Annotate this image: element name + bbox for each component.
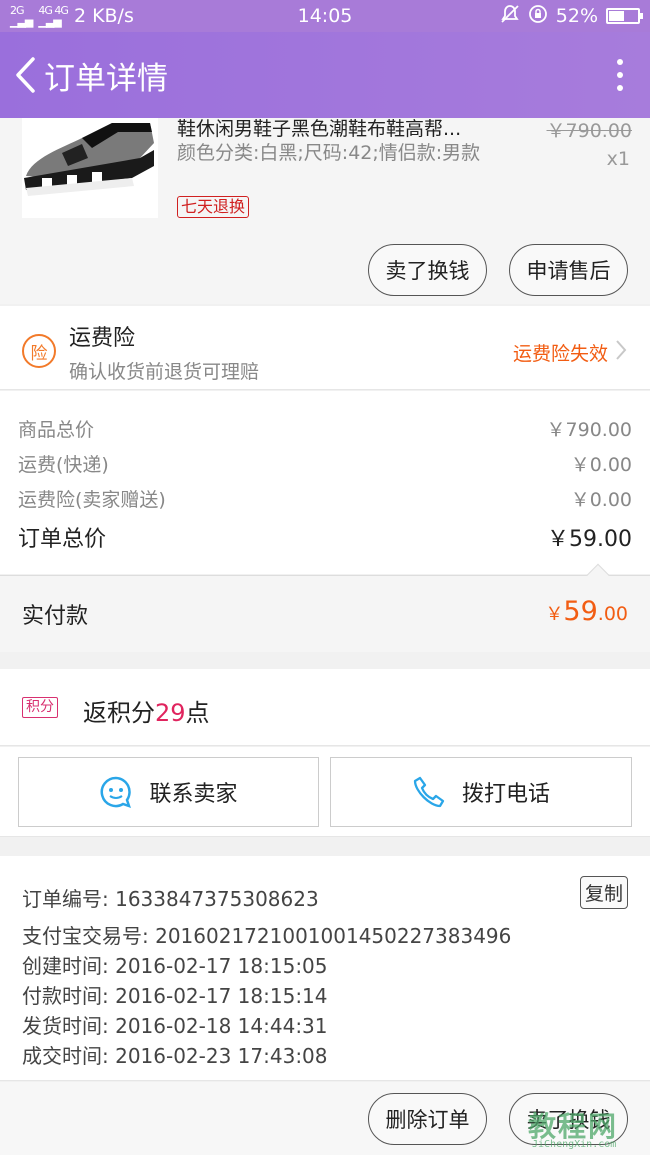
price-summary: 商品总价 ￥790.00 运费(快递) ￥0.00 运费险(卖家赠送) ￥0.0…: [0, 391, 650, 574]
summary-label: 运费险(卖家赠送): [18, 489, 166, 511]
watermark-logo: 教程网 JiChengXin.com: [528, 1105, 646, 1151]
insurance-status: 运费险失效: [512, 343, 608, 365]
product-image[interactable]: [22, 118, 158, 218]
product-spec: 颜色分类:白黑;尺码:42;情侣款:男款: [177, 142, 481, 164]
points-text: 返积分29点: [83, 693, 210, 728]
network-indicators: 2G ▁▃▅ 4G 4G ▁▃▅ 2 KB/s: [10, 5, 134, 27]
created-time: 创建时间: 2016-02-17 18:15:05: [22, 954, 328, 978]
signal-4g-icon: 4G 4G ▁▃▅: [38, 4, 69, 28]
amount-decimal: .00: [597, 603, 628, 625]
shipping-insurance-row[interactable]: 险 运费险 确认收货前退货可理赔 运费险失效: [0, 306, 650, 390]
chat-bubble-icon: [101, 776, 132, 808]
call-phone-button[interactable]: 拨打电话: [330, 757, 632, 827]
contact-seller-label: 联系卖家: [149, 782, 238, 807]
summary-row: 商品总价 ￥790.00: [18, 415, 632, 442]
insurance-subtitle: 确认收货前退货可理赔: [69, 361, 260, 383]
amount-paid-value: ￥59.00: [545, 596, 628, 627]
mute-icon: [500, 4, 520, 29]
summary-value: ￥0.00: [570, 454, 632, 476]
shipped-time: 发货时间: 2016-02-18 14:44:31: [22, 1014, 328, 1038]
paid-time: 付款时间: 2016-02-17 18:15:14: [22, 984, 328, 1008]
network-speed: 2 KB/s: [73, 5, 134, 27]
more-menu-button[interactable]: [600, 55, 640, 95]
header-bar: 订单详情: [0, 32, 650, 118]
summary-row: 运费(快递) ￥0.00: [18, 450, 632, 477]
original-price: ￥790.00: [546, 120, 632, 142]
points-prefix: 返积分: [83, 699, 155, 727]
order-info: 订单编号: 1633847375308623 复制 支付宝交易号: 201602…: [0, 856, 650, 1081]
points-badge: 积分: [22, 697, 58, 718]
amount-integer: 59: [563, 596, 598, 627]
return-policy-badge: 七天退换: [177, 196, 250, 218]
chevron-left-icon: [16, 57, 35, 93]
product-name[interactable]: 鞋休闲男鞋子黑色潮鞋布鞋高帮...: [177, 114, 497, 141]
insurance-title: 运费险: [69, 326, 136, 351]
completed-time: 成交时间: 2016-02-23 17:43:08: [22, 1044, 328, 1068]
battery-percent: 52%: [555, 5, 598, 27]
product-quantity: x1: [606, 148, 630, 170]
reward-points-row: 积分 返积分29点: [0, 669, 650, 746]
amount-paid-label: 实付款: [22, 604, 89, 629]
order-total-label: 订单总价: [18, 527, 107, 552]
chevron-right-icon: [616, 340, 627, 360]
alipay-transaction-number: 支付宝交易号: 2016021721001001450227383496: [22, 924, 512, 948]
call-phone-label: 拨打电话: [461, 782, 550, 807]
page-title: 订单详情: [44, 60, 168, 97]
insurance-icon: 险: [22, 334, 56, 368]
back-button[interactable]: [10, 55, 40, 95]
status-bar: 2G ▁▃▅ 4G 4G ▁▃▅ 2 KB/s 14:05 52%: [0, 0, 650, 32]
phone-icon: [413, 776, 445, 808]
sell-for-cash-button[interactable]: 卖了换钱: [368, 244, 487, 296]
amount-paid-row: 实付款 ￥59.00: [0, 563, 650, 652]
watermark-url: JiChengXin.com: [532, 1139, 617, 1150]
points-number: 29: [155, 699, 186, 727]
summary-value: ￥790.00: [546, 419, 632, 441]
contact-seller-button[interactable]: 联系卖家: [18, 757, 319, 827]
delete-order-button[interactable]: 删除订单: [368, 1093, 487, 1145]
lock-rotation-icon: [528, 4, 548, 29]
contact-actions: 联系卖家 拨打电话: [0, 747, 650, 837]
points-suffix: 点: [185, 699, 210, 727]
battery-icon: [606, 8, 643, 24]
summary-label: 商品总价: [18, 419, 95, 441]
currency-symbol: ￥: [545, 604, 564, 625]
order-total-value: ￥59.00: [547, 527, 632, 552]
copy-button[interactable]: 复制: [579, 876, 628, 909]
more-vertical-icon: [617, 59, 623, 65]
summary-row: 运费险(卖家赠送) ￥0.00: [18, 485, 632, 512]
order-number: 订单编号: 1633847375308623: [22, 887, 319, 911]
summary-label: 运费(快递): [18, 454, 109, 476]
order-total-row: 订单总价 ￥59.00: [18, 521, 632, 553]
signal-icon: 2G ▁▃▅: [10, 4, 33, 28]
product-section: 鞋休闲男鞋子黑色潮鞋布鞋高帮... 颜色分类:白黑;尺码:42;情侣款:男款 七…: [0, 118, 650, 304]
summary-value: ￥0.00: [570, 489, 632, 511]
after-sale-button[interactable]: 申请售后: [509, 244, 628, 296]
